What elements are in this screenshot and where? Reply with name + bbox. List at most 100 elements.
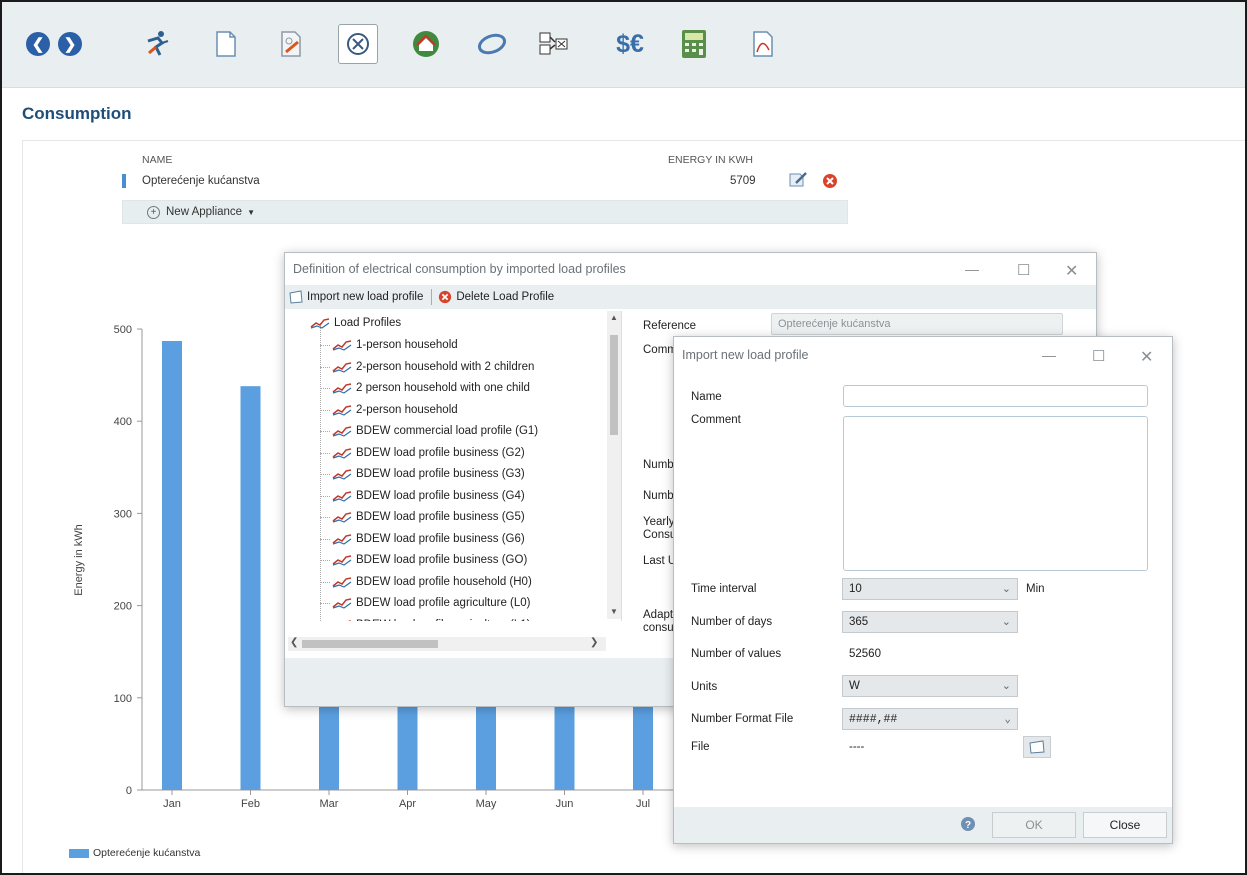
- browse-file-button[interactable]: [1023, 736, 1051, 758]
- number-label-2: Numb: [643, 490, 674, 502]
- scroll-thumb[interactable]: [610, 335, 618, 435]
- tree-item[interactable]: 2-person household with 2 children: [320, 357, 534, 377]
- tree-root[interactable]: Load Profiles: [310, 313, 401, 333]
- delete-icon: [439, 290, 452, 304]
- ring-button[interactable]: [476, 28, 508, 60]
- yearly-label: Yearly: [643, 516, 675, 528]
- load-profile-tree: Load Profiles 1-person household 2-person…: [288, 311, 622, 621]
- forward-button[interactable]: ❯: [54, 28, 86, 60]
- vertical-scrollbar[interactable]: ▲ ▼: [607, 311, 621, 619]
- tree-connector: [320, 323, 321, 621]
- tree-item[interactable]: 1-person household: [320, 335, 458, 355]
- name-input[interactable]: [843, 385, 1148, 407]
- import-profile-button[interactable]: Import new load profile: [285, 290, 423, 304]
- comment-label: Comm: [643, 344, 677, 356]
- chevron-down-icon: ⌄: [1001, 583, 1011, 595]
- file-value: ----: [849, 741, 865, 753]
- cancel-button[interactable]: [338, 24, 378, 64]
- help-icon: ?: [961, 817, 975, 831]
- chart-legend: Opterećenje kućanstva: [69, 847, 200, 859]
- curve-document-button[interactable]: [748, 28, 780, 60]
- scroll-left-icon[interactable]: ❮: [290, 637, 298, 648]
- format-select[interactable]: ####,## ⌄: [842, 708, 1018, 730]
- horizontal-scrollbar[interactable]: ❮ ❯: [288, 637, 606, 651]
- consumption-label: Consu: [643, 529, 677, 541]
- import-export-button[interactable]: [538, 28, 570, 60]
- scroll-down-icon[interactable]: ▼: [610, 607, 618, 616]
- new-appliance-label: New Appliance: [166, 206, 243, 218]
- comment-textarea[interactable]: [843, 416, 1148, 571]
- days-select[interactable]: 365 ⌄: [842, 611, 1018, 633]
- energy-column-header: ENERGY IN KWH: [668, 154, 753, 166]
- time-interval-label: Time interval: [691, 583, 757, 595]
- tree-branch: [320, 517, 330, 518]
- tree-item-label: 2-person household: [356, 403, 458, 416]
- tree-item-label: 2 person household with one child: [356, 382, 530, 394]
- delete-profile-button[interactable]: Delete Load Profile: [438, 290, 554, 304]
- appliance-name[interactable]: Opterećenje kućanstva: [142, 175, 260, 187]
- runner-button[interactable]: [140, 28, 172, 60]
- tree-item[interactable]: 2-person household: [320, 400, 458, 420]
- load-profile-icon: [332, 490, 352, 502]
- tree-item[interactable]: BDEW load profile household (H0): [320, 572, 532, 592]
- tree-item[interactable]: BDEW load profile business (G5): [320, 507, 525, 527]
- reference-field[interactable]: Opterećenje kućanstva: [771, 313, 1063, 335]
- adapt-label: Adapt: [643, 609, 674, 621]
- maximize-icon[interactable]: ☐: [1092, 347, 1105, 365]
- minimize-icon[interactable]: —: [965, 261, 979, 277]
- import-icon: [289, 290, 303, 304]
- load-profile-icon: [332, 361, 352, 373]
- tree-item-label: BDEW load profile business (G4): [356, 489, 525, 502]
- units-select[interactable]: W ⌄: [842, 675, 1018, 697]
- tree-item[interactable]: BDEW load profile agriculture (L0): [320, 593, 531, 613]
- scroll-thumb-h[interactable]: [302, 640, 438, 648]
- delete-appliance-button[interactable]: [822, 173, 838, 192]
- close-button[interactable]: Close: [1083, 812, 1167, 838]
- page-title: Consumption: [22, 104, 132, 123]
- tree-item[interactable]: BDEW load profile business (G4): [320, 486, 525, 506]
- load-profile-icon: [332, 576, 352, 588]
- tree-item[interactable]: BDEW load profile business (G3): [320, 464, 525, 484]
- edit-appliance-button[interactable]: [788, 170, 808, 191]
- minimize-icon[interactable]: —: [1042, 347, 1056, 363]
- close-icon[interactable]: ✕: [1140, 347, 1153, 367]
- tree-item-label: BDEW load profile business (G3): [356, 468, 525, 480]
- svg-text:?: ?: [965, 820, 971, 831]
- load-profile-icon: [332, 555, 352, 566]
- forward-icon: ❯: [58, 32, 82, 56]
- tree-item-label: BDEW load profile household (H0): [356, 575, 532, 588]
- tree-item[interactable]: BDEW load profile agriculture (L1): [332, 615, 531, 621]
- runner-icon: [147, 31, 169, 56]
- time-interval-value: 10: [849, 583, 862, 595]
- house-globe-button[interactable]: [410, 28, 442, 60]
- maximize-icon[interactable]: ☐: [1017, 261, 1030, 279]
- tree-item[interactable]: BDEW commercial load profile (G1): [320, 421, 538, 441]
- time-interval-select[interactable]: 10 ⌄: [842, 578, 1018, 600]
- load-profile-icon: [332, 512, 352, 523]
- tree-branch: [320, 345, 330, 346]
- currency-button[interactable]: $€: [608, 28, 652, 60]
- load-profile-icon: [332, 598, 352, 609]
- calculator-button[interactable]: [678, 28, 710, 60]
- back-button[interactable]: ❮: [22, 28, 54, 60]
- tree-branch: [320, 409, 330, 411]
- new-document-button[interactable]: [210, 28, 242, 60]
- close-icon[interactable]: ✕: [1065, 261, 1078, 281]
- plus-icon: +: [147, 205, 160, 219]
- import-export-icon: [539, 32, 568, 55]
- new-appliance-dropdown[interactable]: + New Appliance ▼: [122, 200, 848, 224]
- tree-item[interactable]: 2 person household with one child: [320, 378, 530, 398]
- reference-label: Reference: [643, 320, 697, 332]
- help-button[interactable]: ?: [960, 816, 976, 835]
- tree-item[interactable]: BDEW load profile business (GO): [320, 550, 527, 570]
- edit-document-button[interactable]: [276, 28, 308, 60]
- scroll-up-icon[interactable]: ▲: [610, 313, 618, 322]
- curve-document-icon: [753, 31, 773, 57]
- dialog-toolbar: Import new load profile Delete Load Prof…: [285, 285, 1096, 309]
- values-label: Number of values: [691, 648, 782, 660]
- tree-item[interactable]: BDEW load profile business (G2): [320, 443, 525, 463]
- ok-button[interactable]: OK: [992, 812, 1076, 838]
- appliance-color-marker: [122, 174, 126, 188]
- scroll-right-icon[interactable]: ❯: [590, 637, 598, 648]
- tree-item[interactable]: BDEW load profile business (G6): [320, 529, 525, 549]
